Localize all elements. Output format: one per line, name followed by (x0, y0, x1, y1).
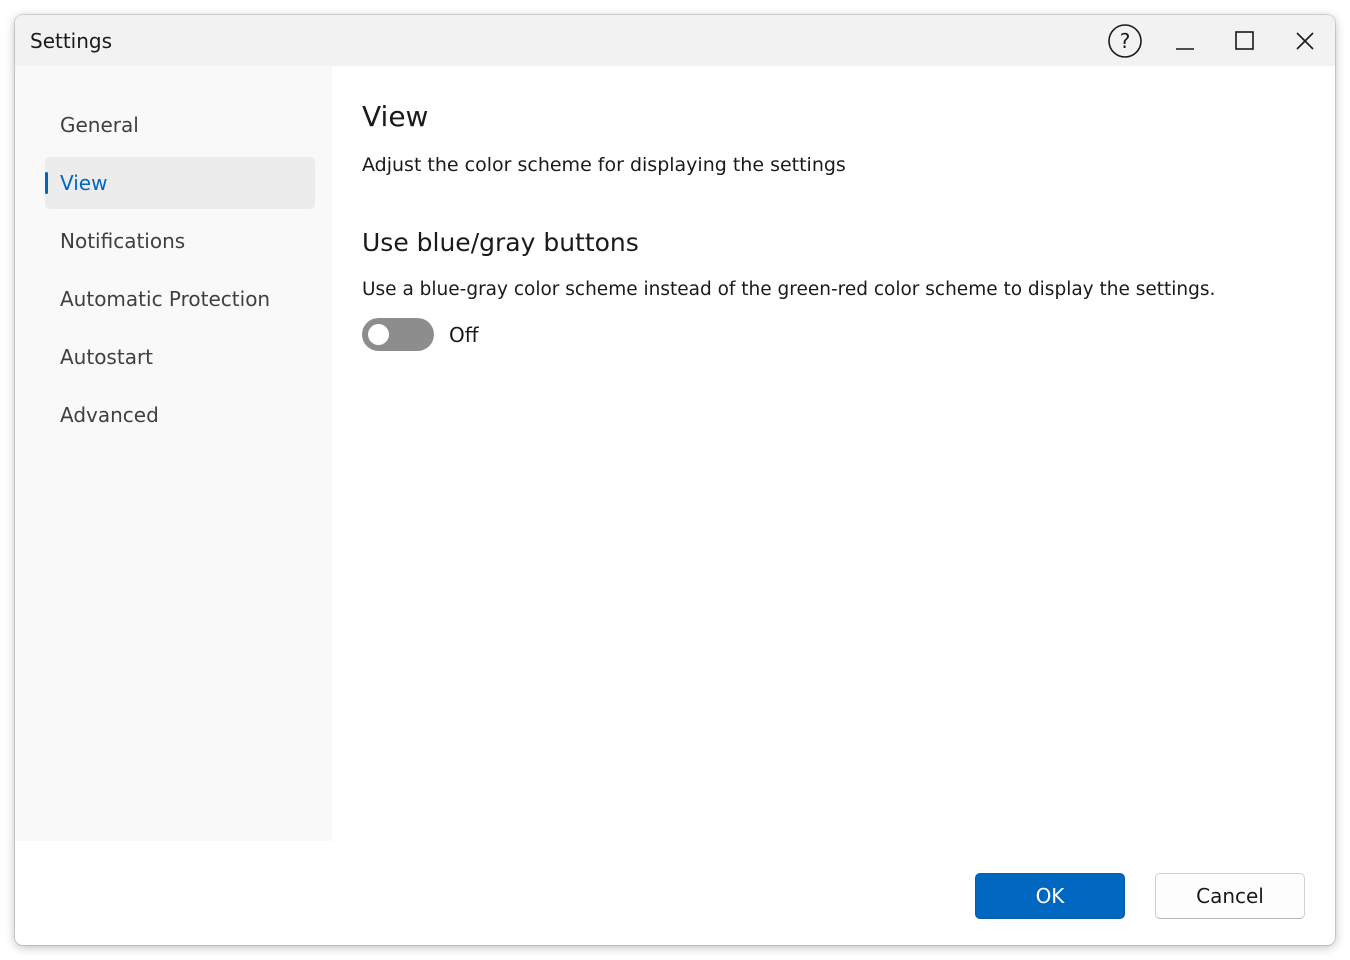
sidebar-item-label: View (60, 171, 108, 195)
selection-indicator (45, 172, 48, 194)
minimize-button[interactable] (1165, 21, 1205, 61)
sidebar-item-label: Advanced (60, 403, 159, 427)
sidebar-item-label: Automatic Protection (60, 287, 271, 311)
maximize-button[interactable] (1225, 21, 1265, 61)
cancel-button[interactable]: Cancel (1155, 873, 1305, 919)
dialog-footer: OK Cancel (15, 841, 1335, 945)
toggle-knob (368, 324, 389, 345)
page-title: View (362, 100, 429, 133)
sidebar-item-advanced[interactable]: Advanced (45, 389, 315, 441)
section-title: Use blue/gray buttons (362, 228, 639, 257)
close-button[interactable] (1285, 21, 1325, 61)
settings-content: View Adjust the color scheme for display… (332, 66, 1335, 841)
sidebar-item-notifications[interactable]: Notifications (45, 215, 315, 267)
window-title: Settings (30, 29, 113, 53)
sidebar-item-view[interactable]: View (45, 157, 315, 209)
ok-button[interactable]: OK (975, 873, 1125, 919)
sidebar-item-general[interactable]: General (45, 99, 315, 151)
minimize-icon (1176, 48, 1194, 50)
sidebar-item-automatic-protection[interactable]: Automatic Protection (45, 273, 315, 325)
sidebar-item-autostart[interactable]: Autostart (45, 331, 315, 383)
maximize-icon (1235, 31, 1254, 50)
sidebar-item-label: Notifications (60, 229, 186, 253)
sidebar-item-label: General (60, 113, 139, 137)
help-button[interactable]: ? (1105, 21, 1145, 61)
sidebar-nav: General View Notifications Automatic Pro… (15, 66, 332, 841)
page-description: Adjust the color scheme for displaying t… (362, 154, 846, 176)
sidebar-item-label: Autostart (60, 345, 154, 369)
settings-window: Settings ? General View Notifications Au… (15, 15, 1335, 945)
title-bar[interactable]: Settings ? (15, 15, 1335, 66)
section-description: Use a blue-gray color scheme instead of … (362, 279, 1216, 300)
blue-gray-buttons-toggle[interactable] (362, 318, 434, 351)
close-icon (1296, 32, 1314, 50)
help-circle-icon: ? (1108, 24, 1142, 58)
toggle-state-label: Off (449, 323, 479, 347)
svg-text:?: ? (1120, 29, 1131, 53)
